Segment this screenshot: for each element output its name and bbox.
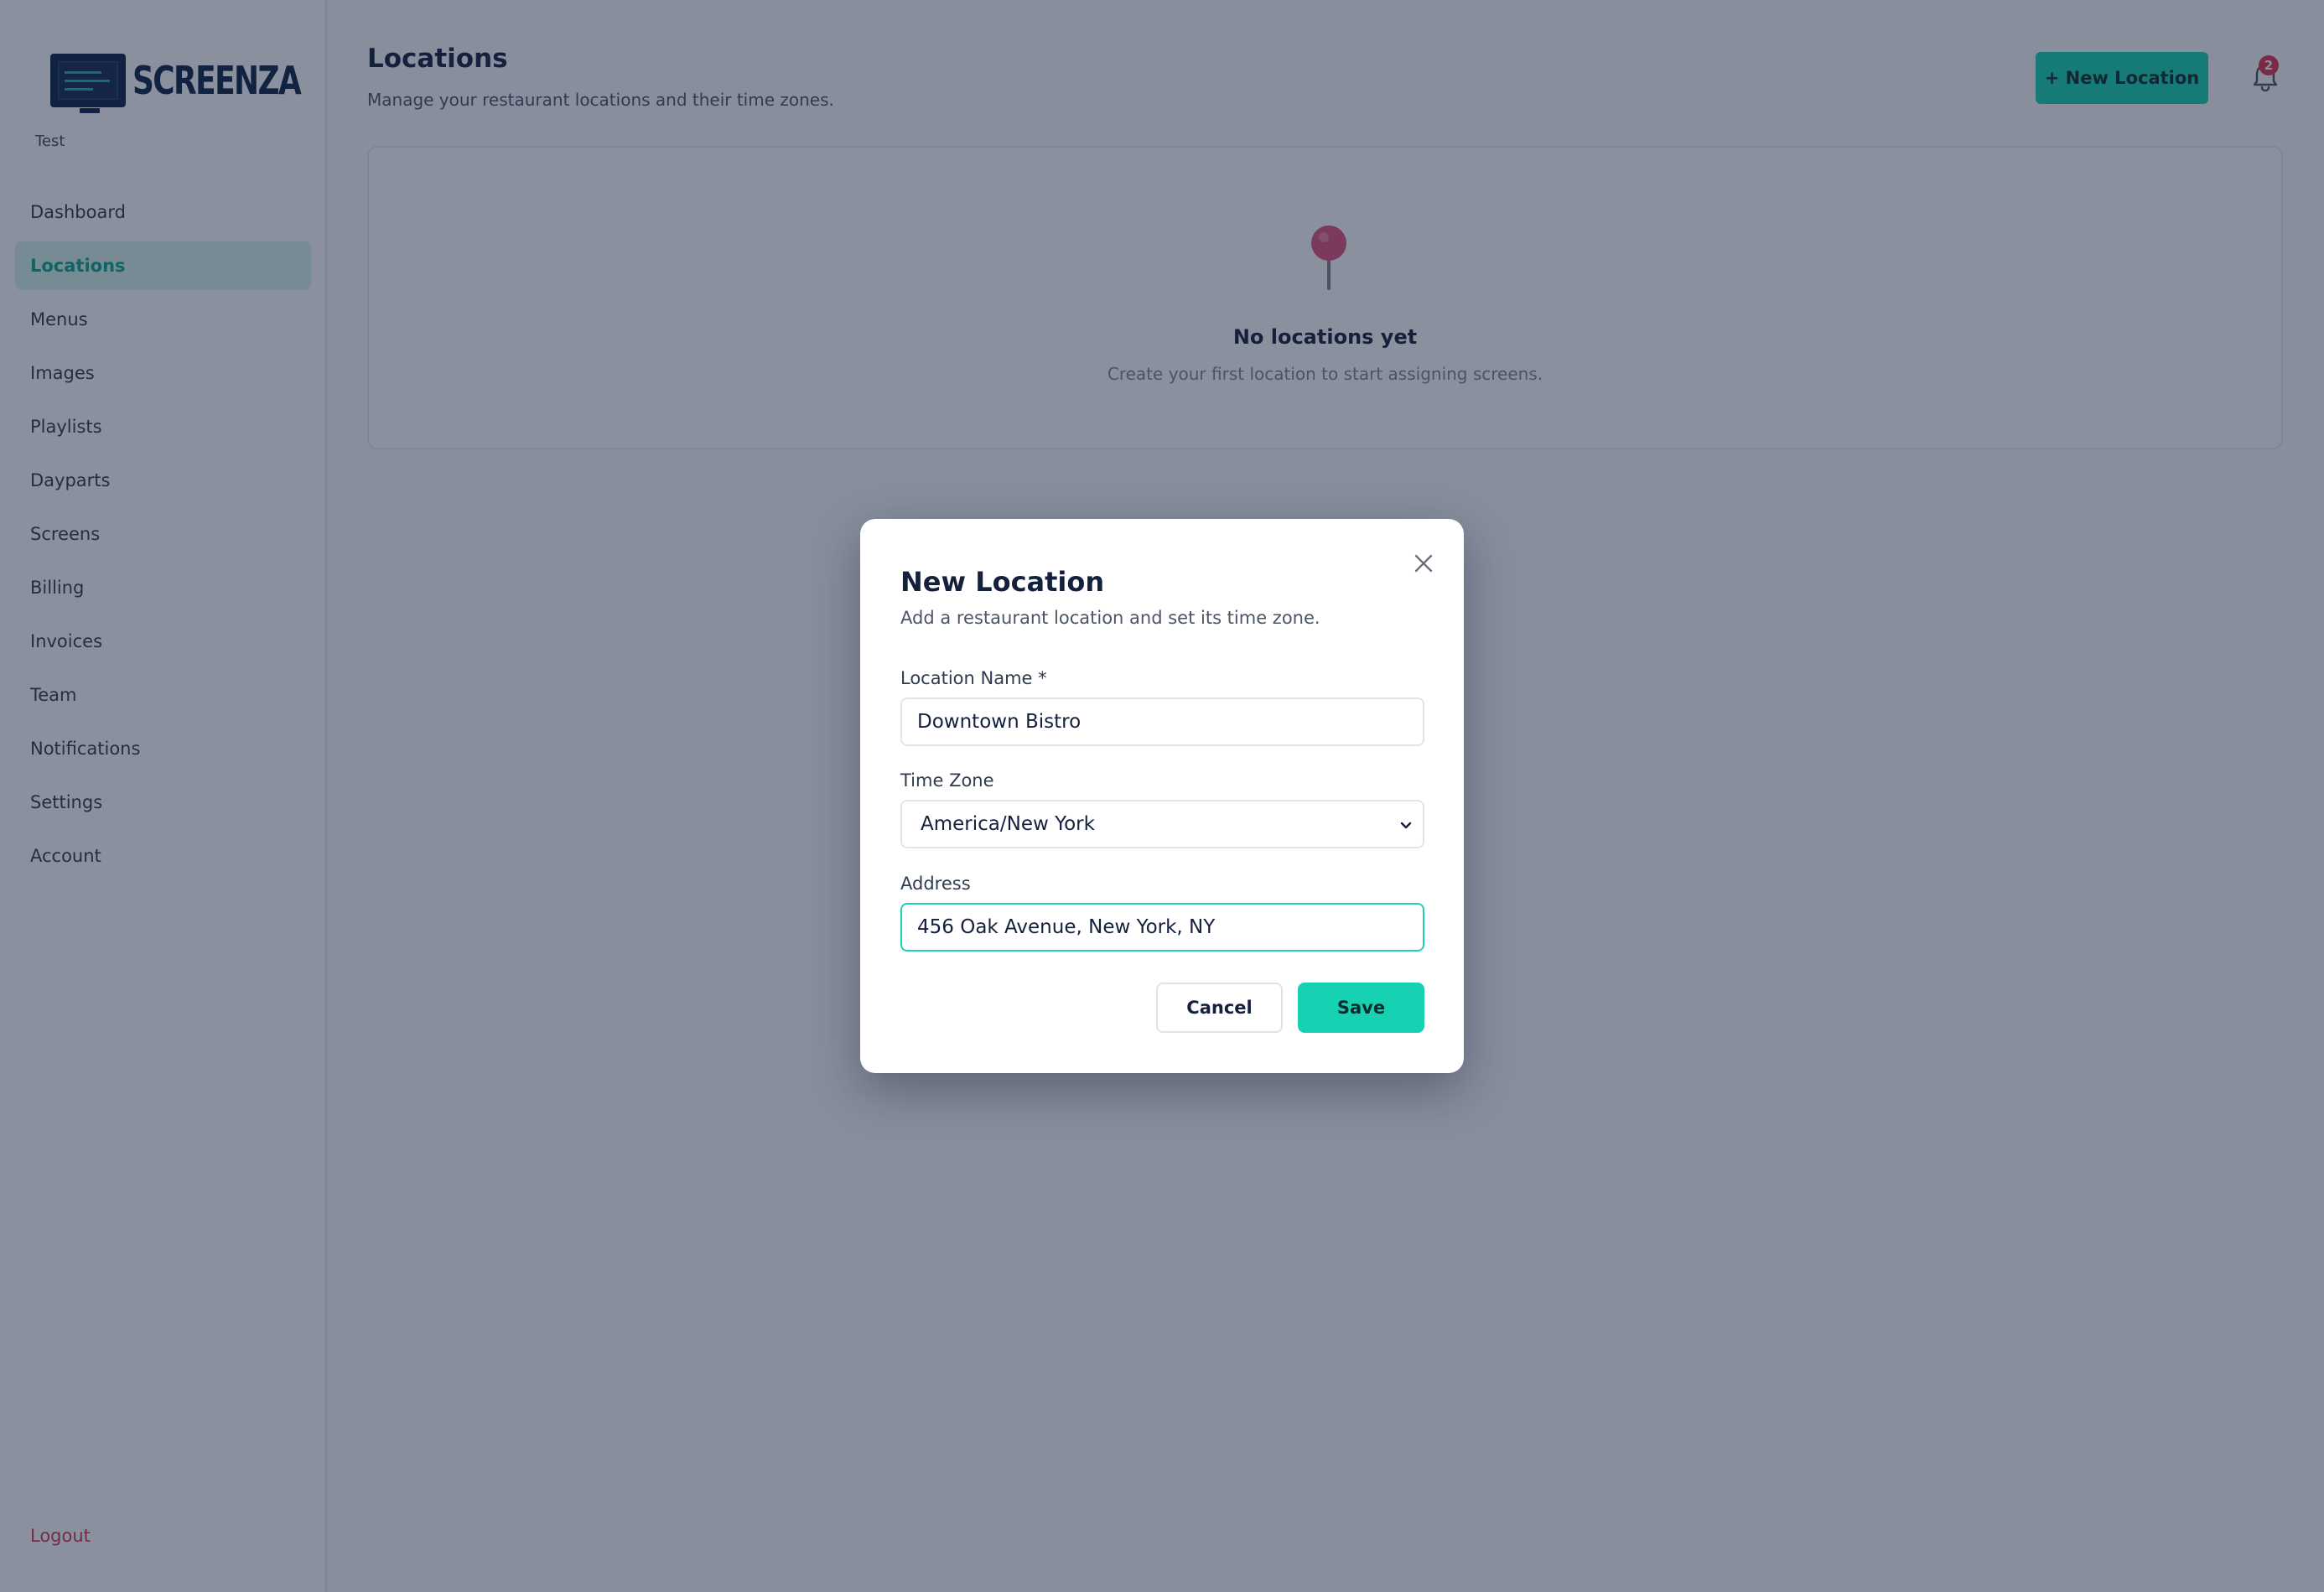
chevron-down-icon	[1400, 822, 1412, 829]
cancel-button[interactable]: Cancel	[1156, 983, 1283, 1033]
time-zone-select[interactable]: America/New York	[900, 800, 1424, 848]
dialog-subtitle: Add a restaurant location and set its ti…	[900, 608, 1320, 628]
close-icon[interactable]	[1409, 549, 1438, 578]
dialog-title: New Location	[900, 566, 1105, 598]
location-name-label: Location Name *	[900, 668, 1047, 688]
address-label: Address	[900, 874, 971, 894]
time-zone-label: Time Zone	[900, 770, 994, 791]
time-zone-selected-value: America/New York	[921, 813, 1095, 835]
new-location-dialog: New Location Add a restaurant location a…	[860, 519, 1464, 1073]
save-button[interactable]: Save	[1298, 983, 1424, 1033]
address-input[interactable]	[900, 903, 1424, 952]
location-name-input[interactable]	[900, 697, 1424, 746]
